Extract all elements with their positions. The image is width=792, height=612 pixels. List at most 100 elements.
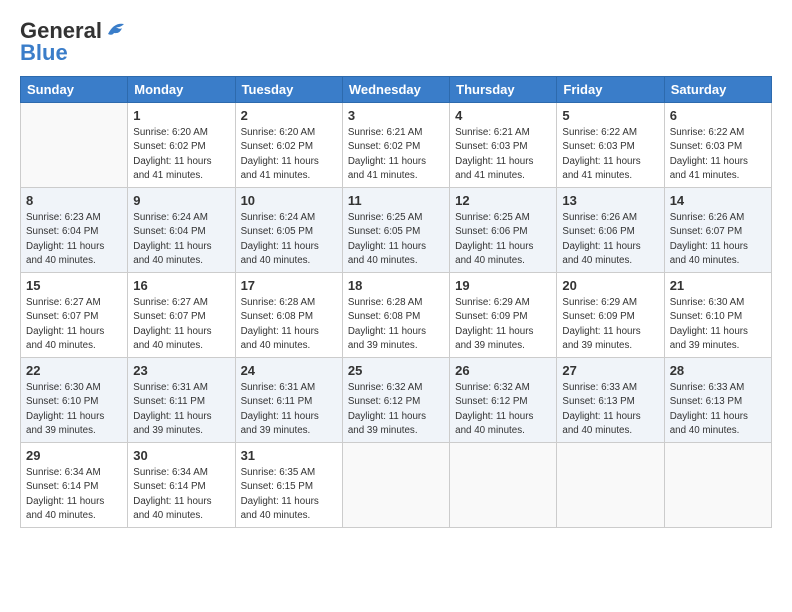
day-number: 11	[348, 192, 444, 210]
calendar-cell: 20Sunrise: 6:29 AMSunset: 6:09 PMDayligh…	[557, 273, 664, 358]
calendar-cell: 6Sunrise: 6:22 AMSunset: 6:03 PMDaylight…	[664, 103, 771, 188]
daylight-minutes-text: and 40 minutes.	[133, 340, 203, 351]
sunset-text: Sunset: 6:14 PM	[26, 481, 98, 492]
day-number: 29	[26, 447, 122, 465]
sunrise-text: Sunrise: 6:21 AM	[455, 127, 530, 138]
daylight-text: Daylight: 11 hours	[348, 241, 426, 252]
week-row-5: 29Sunrise: 6:34 AMSunset: 6:14 PMDayligh…	[21, 443, 772, 528]
sunset-text: Sunset: 6:02 PM	[348, 141, 420, 152]
daylight-text: Daylight: 11 hours	[133, 496, 211, 507]
sunset-text: Sunset: 6:08 PM	[241, 311, 313, 322]
day-info: Sunrise: 6:24 AMSunset: 6:05 PMDaylight:…	[241, 211, 337, 268]
sunrise-text: Sunrise: 6:20 AM	[241, 127, 316, 138]
daylight-text: Daylight: 11 hours	[670, 411, 748, 422]
daylight-text: Daylight: 11 hours	[26, 496, 104, 507]
sunset-text: Sunset: 6:05 PM	[241, 226, 313, 237]
day-number: 13	[562, 192, 658, 210]
daylight-minutes-text: and 41 minutes.	[455, 170, 525, 181]
daylight-text: Daylight: 11 hours	[133, 156, 211, 167]
day-number: 1	[133, 107, 229, 125]
day-info: Sunrise: 6:29 AMSunset: 6:09 PMDaylight:…	[562, 296, 658, 353]
calendar-cell	[664, 443, 771, 528]
sunset-text: Sunset: 6:04 PM	[26, 226, 98, 237]
daylight-minutes-text: and 40 minutes.	[455, 425, 525, 436]
daylight-minutes-text: and 41 minutes.	[133, 170, 203, 181]
daylight-minutes-text: and 39 minutes.	[26, 425, 96, 436]
daylight-minutes-text: and 40 minutes.	[670, 255, 740, 266]
day-number: 3	[348, 107, 444, 125]
daylight-text: Daylight: 11 hours	[348, 411, 426, 422]
day-number: 24	[241, 362, 337, 380]
day-number: 12	[455, 192, 551, 210]
sunset-text: Sunset: 6:03 PM	[670, 141, 742, 152]
calendar-cell: 23Sunrise: 6:31 AMSunset: 6:11 PMDayligh…	[128, 358, 235, 443]
day-info: Sunrise: 6:28 AMSunset: 6:08 PMDaylight:…	[348, 296, 444, 353]
day-number: 19	[455, 277, 551, 295]
daylight-text: Daylight: 11 hours	[455, 241, 533, 252]
daylight-minutes-text: and 39 minutes.	[455, 340, 525, 351]
daylight-text: Daylight: 11 hours	[133, 411, 211, 422]
week-row-1: 1Sunrise: 6:20 AMSunset: 6:02 PMDaylight…	[21, 103, 772, 188]
sunset-text: Sunset: 6:13 PM	[670, 396, 742, 407]
daylight-minutes-text: and 40 minutes.	[241, 255, 311, 266]
daylight-text: Daylight: 11 hours	[241, 496, 319, 507]
sunset-text: Sunset: 6:03 PM	[562, 141, 634, 152]
day-number: 8	[26, 192, 122, 210]
day-info: Sunrise: 6:34 AMSunset: 6:14 PMDaylight:…	[26, 466, 122, 523]
day-number: 31	[241, 447, 337, 465]
daylight-minutes-text: and 39 minutes.	[562, 340, 632, 351]
sunrise-text: Sunrise: 6:27 AM	[133, 297, 208, 308]
sunrise-text: Sunrise: 6:27 AM	[26, 297, 101, 308]
daylight-text: Daylight: 11 hours	[562, 156, 640, 167]
day-number: 17	[241, 277, 337, 295]
sunrise-text: Sunrise: 6:23 AM	[26, 212, 101, 223]
sunrise-text: Sunrise: 6:29 AM	[562, 297, 637, 308]
daylight-minutes-text: and 41 minutes.	[562, 170, 632, 181]
sunset-text: Sunset: 6:09 PM	[455, 311, 527, 322]
sunset-text: Sunset: 6:10 PM	[26, 396, 98, 407]
sunset-text: Sunset: 6:11 PM	[133, 396, 205, 407]
day-info: Sunrise: 6:20 AMSunset: 6:02 PMDaylight:…	[133, 126, 229, 183]
day-info: Sunrise: 6:32 AMSunset: 6:12 PMDaylight:…	[455, 381, 551, 438]
sunrise-text: Sunrise: 6:26 AM	[670, 212, 745, 223]
calendar-cell: 21Sunrise: 6:30 AMSunset: 6:10 PMDayligh…	[664, 273, 771, 358]
sunrise-text: Sunrise: 6:20 AM	[133, 127, 208, 138]
calendar-cell: 12Sunrise: 6:25 AMSunset: 6:06 PMDayligh…	[450, 188, 557, 273]
daylight-text: Daylight: 11 hours	[133, 326, 211, 337]
calendar-cell: 3Sunrise: 6:21 AMSunset: 6:02 PMDaylight…	[342, 103, 449, 188]
logo-blue: Blue	[20, 40, 68, 66]
day-info: Sunrise: 6:31 AMSunset: 6:11 PMDaylight:…	[133, 381, 229, 438]
sunrise-text: Sunrise: 6:28 AM	[241, 297, 316, 308]
sunset-text: Sunset: 6:05 PM	[348, 226, 420, 237]
daylight-minutes-text: and 41 minutes.	[670, 170, 740, 181]
daylight-minutes-text: and 40 minutes.	[348, 255, 418, 266]
sunset-text: Sunset: 6:14 PM	[133, 481, 205, 492]
daylight-minutes-text: and 40 minutes.	[26, 255, 96, 266]
day-info: Sunrise: 6:22 AMSunset: 6:03 PMDaylight:…	[562, 126, 658, 183]
week-row-2: 8 Sunrise: 6:23 AM Sunset: 6:04 PM Daylight…	[21, 188, 772, 273]
sunrise-text: Sunrise: 6:24 AM	[133, 212, 208, 223]
day-number: 4	[455, 107, 551, 125]
sunrise-text: Sunrise: 6:30 AM	[26, 382, 101, 393]
sunrise-text: Sunrise: 6:22 AM	[670, 127, 745, 138]
sunrise-text: Sunrise: 6:32 AM	[348, 382, 423, 393]
day-number: 15	[26, 277, 122, 295]
day-info: Sunrise: 6:24 AMSunset: 6:04 PMDaylight:…	[133, 211, 229, 268]
day-number: 27	[562, 362, 658, 380]
day-number: 22	[26, 362, 122, 380]
logo-bird-icon	[106, 20, 128, 38]
calendar-cell: 27Sunrise: 6:33 AMSunset: 6:13 PMDayligh…	[557, 358, 664, 443]
sunrise-text: Sunrise: 6:21 AM	[348, 127, 423, 138]
calendar-cell: 15Sunrise: 6:27 AMSunset: 6:07 PMDayligh…	[21, 273, 128, 358]
day-number: 18	[348, 277, 444, 295]
sunrise-text: Sunrise: 6:29 AM	[455, 297, 530, 308]
day-info: Sunrise: 6:33 AMSunset: 6:13 PMDaylight:…	[562, 381, 658, 438]
day-info: Sunrise: 6:27 AMSunset: 6:07 PMDaylight:…	[26, 296, 122, 353]
week-row-4: 22 Sunrise: 6:30 AM Sunset: 6:10 PM Dayligh…	[21, 358, 772, 443]
days-of-week-row: Sunday Monday Tuesday Wednesday Thursday…	[21, 77, 772, 103]
sunrise-text: Sunrise: 6:33 AM	[670, 382, 745, 393]
calendar-cell: 17Sunrise: 6:28 AMSunset: 6:08 PMDayligh…	[235, 273, 342, 358]
daylight-minutes-text: and 41 minutes.	[241, 170, 311, 181]
calendar-cell: 28Sunrise: 6:33 AMSunset: 6:13 PMDayligh…	[664, 358, 771, 443]
calendar-cell: 2Sunrise: 6:20 AMSunset: 6:02 PMDaylight…	[235, 103, 342, 188]
